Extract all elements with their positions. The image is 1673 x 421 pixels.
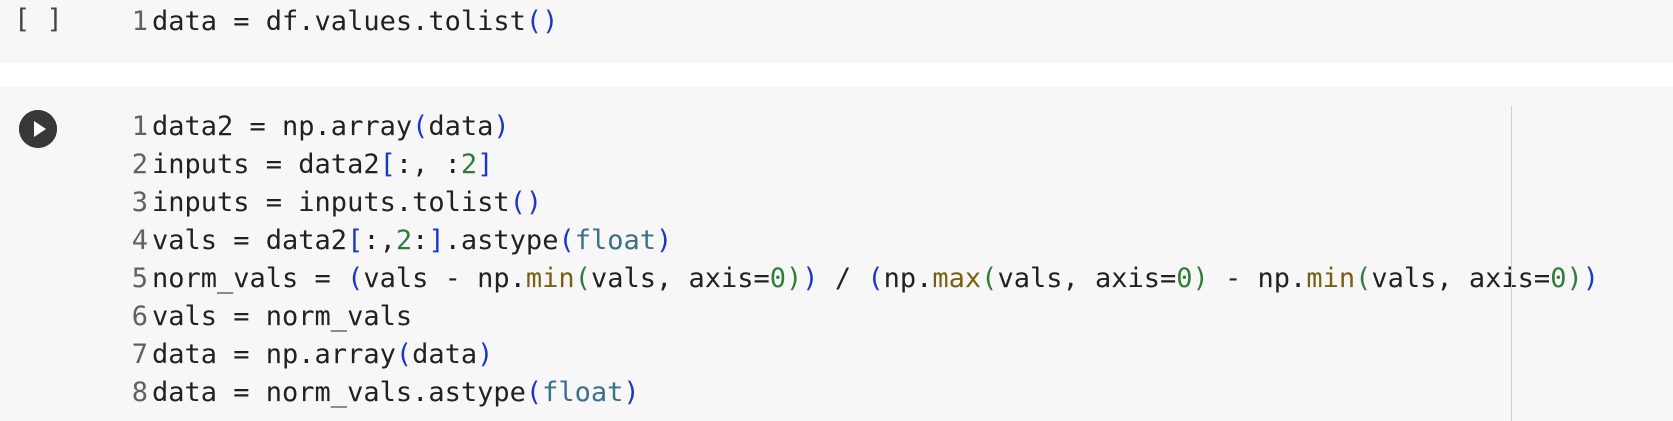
code-token: data2 = np.array [152,111,413,142]
code-token: 2 [460,149,478,180]
code-token: 0 [1176,263,1193,294]
line-number: 3 [131,187,148,218]
code-token: vals - np. [363,263,526,294]
code-token: data [428,111,494,142]
code-token: : [412,225,429,256]
code-line[interactable]: 7 data = np.array(data) [118,336,1599,374]
code-line[interactable]: 6 vals = norm_vals [118,298,1599,336]
code-token: ( [525,377,543,408]
code-token: ) [1582,263,1599,294]
code-token: :, : [395,149,461,180]
code-token: data = np.array [152,339,396,370]
code-token: float [574,225,656,256]
code-line[interactable]: 3 inputs = inputs.tolist() [118,184,1599,222]
code-token: ) [623,377,640,408]
code-token: ) [1192,263,1209,294]
code-token: () [525,6,559,37]
code-token: inputs = data2 [152,149,380,180]
code-token: min [525,263,575,294]
code-token: / [818,263,868,294]
code-token: [ [379,149,396,180]
code-token: vals = data2 [152,225,348,256]
line-number: 2 [131,149,148,180]
code-token: float [542,377,624,408]
code-token: data = norm_vals.astype [152,377,526,408]
code-token: ( [1355,263,1372,294]
code-token: vals, axis= [997,263,1177,294]
code-line[interactable]: 8 data = norm_vals.astype(float) [118,374,1599,412]
code-token: np. [883,263,933,294]
line-number: 7 [131,339,148,370]
execution-count-prompt: [ ] [14,4,63,35]
code-token: ( [412,111,429,142]
code-editor[interactable]: 1 data2 = np.array(data) 2 inputs = data2[:… [118,108,1599,412]
code-token: 2 [395,225,413,256]
code-token: ] [428,225,445,256]
code-token: ( [867,263,884,294]
code-token: vals, axis= [590,263,770,294]
line-number: 8 [131,377,148,408]
code-token: ( [981,263,998,294]
code-token: data [412,339,478,370]
code-cell-1[interactable]: [ ] 1 data = df.values.tolist() [0,0,1673,63]
code-line[interactable]: 2 inputs = data2[:, :2] [118,146,1599,184]
code-token: max [932,263,982,294]
run-cell-button[interactable] [19,110,57,148]
code-token: norm_vals = [152,263,348,294]
code-token: vals = norm_vals [152,301,413,332]
code-token: - np. [1208,263,1307,294]
code-token: ( [558,225,575,256]
code-token: ) [477,339,494,370]
code-token: ) [786,263,803,294]
code-token: .astype [444,225,559,256]
code-line[interactable]: 1 data2 = np.array(data) [118,108,1599,146]
code-token: :, [363,225,396,256]
line-number: 1 [131,6,148,37]
code-token: ) [1566,263,1583,294]
line-number: 6 [131,301,148,332]
code-token: ( [347,263,364,294]
code-line[interactable]: 1 data = df.values.tolist() [118,3,559,41]
code-token: ) [656,225,673,256]
code-token: ) [802,263,819,294]
line-number: 4 [131,225,148,256]
line-length-ruler [1511,106,1512,421]
code-cell-2[interactable]: 1 data2 = np.array(data) 2 inputs = data2[:… [0,87,1673,421]
code-token: ] [477,149,494,180]
code-token: 0 [769,263,787,294]
code-token: min [1306,263,1356,294]
code-token: ( [395,339,413,370]
code-token: [ [347,225,364,256]
code-token: () [509,187,543,218]
code-token: ( [574,263,591,294]
code-token: ) [493,111,510,142]
code-token: inputs = inputs.tolist [152,187,510,218]
code-token: 0 [1550,263,1567,294]
code-token: data = df.values.tolist [152,6,526,37]
code-editor[interactable]: 1 data = df.values.tolist() [118,3,559,41]
line-number: 1 [131,111,148,142]
line-number: 5 [131,263,148,294]
code-token: vals, axis= [1371,263,1551,294]
play-circle-icon [19,110,57,148]
code-line[interactable]: 4 vals = data2[:,2:].astype(float) [118,222,1599,260]
code-line[interactable]: 5 norm_vals = (vals - np.min(vals, axis=0… [118,260,1599,298]
